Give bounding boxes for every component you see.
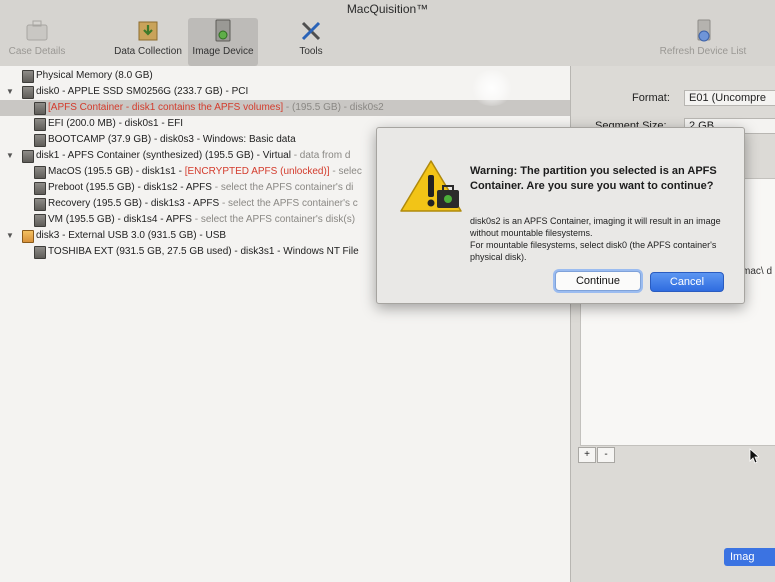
tree-row-detail: - selec bbox=[329, 166, 362, 177]
warning-icon bbox=[400, 160, 462, 212]
disk-icon bbox=[34, 198, 46, 211]
dialog-body: disk0s2 is an APFS Container, imaging it… bbox=[470, 215, 732, 263]
tree-row-disk0s2[interactable]: [APFS Container - disk1 contains the APF… bbox=[0, 100, 570, 116]
disk-icon bbox=[34, 102, 46, 115]
data-collection-label: Data Collection bbox=[114, 46, 182, 57]
format-label: Format: bbox=[632, 92, 670, 104]
mouse-cursor-icon bbox=[749, 448, 759, 464]
tree-row-label: disk3 - External USB 3.0 (931.5 GB) - US… bbox=[36, 230, 227, 241]
disk-icon bbox=[34, 214, 46, 227]
tools-label: Tools bbox=[299, 46, 323, 57]
tree-row-detail: - (195.5 GB) - disk0s2 bbox=[283, 102, 384, 113]
refresh-icon bbox=[697, 19, 711, 42]
usb-drive-icon bbox=[22, 230, 34, 243]
tree-row-label: MacOS (195.5 GB) - disk1s1 - bbox=[48, 166, 185, 177]
tree-row-label: Recovery (195.5 GB) - disk1s3 - APFS bbox=[48, 198, 220, 209]
tree-row-label: Physical Memory (8.0 GB) bbox=[36, 70, 153, 81]
cancel-button[interactable]: Cancel bbox=[650, 272, 724, 292]
disclosure-triangle-icon[interactable]: ▼ bbox=[6, 228, 14, 244]
tree-row-label: disk1 - APFS Container (synthesized) (19… bbox=[36, 150, 291, 161]
tree-row-detail: - data from d bbox=[290, 150, 351, 161]
disk-icon bbox=[22, 86, 34, 99]
disk-icon bbox=[34, 182, 46, 195]
tree-row-disk0[interactable]: ▼ disk0 - APPLE SSD SM0256G (233.7 GB) -… bbox=[0, 84, 570, 100]
continue-button[interactable]: Continue bbox=[555, 271, 641, 291]
toolbar: Case Details Data Collection Image Devic… bbox=[0, 16, 775, 66]
disk-icon bbox=[34, 166, 46, 179]
disk-icon bbox=[22, 150, 34, 163]
tree-row-detail: - select the APFS container's di bbox=[211, 182, 354, 193]
disk-image-icon bbox=[215, 19, 231, 42]
image-device-label: Image Device bbox=[192, 46, 254, 57]
disk-icon bbox=[34, 118, 46, 131]
tree-row-label: Preboot (195.5 GB) - disk1s2 - APFS bbox=[48, 182, 212, 193]
image-button[interactable]: Imag bbox=[724, 548, 775, 566]
disclosure-triangle-icon[interactable]: ▼ bbox=[6, 84, 14, 100]
refresh-device-list-button[interactable]: Refresh Device List bbox=[654, 18, 752, 66]
dialog-body-line1: disk0s2 is an APFS Container, imaging it… bbox=[470, 216, 721, 238]
tree-row-label: disk0 - APPLE SSD SM0256G (233.7 GB) - P… bbox=[36, 86, 249, 97]
disk-icon bbox=[34, 134, 46, 147]
remove-button[interactable]: - bbox=[597, 447, 615, 463]
tree-row-physical-memory[interactable]: Physical Memory (8.0 GB) bbox=[0, 68, 570, 84]
warning-dialog: Warning: The partition you selected is a… bbox=[376, 127, 745, 304]
tree-row-label: BOOTCAMP (37.9 GB) - disk0s3 - Windows: … bbox=[48, 134, 296, 145]
data-collection-button[interactable]: Data Collection bbox=[110, 18, 186, 66]
tree-row-label: EFI (200.0 MB) - disk0s1 - EFI bbox=[48, 118, 184, 129]
dialog-body-line2: For mountable filesystems, select disk0 … bbox=[470, 240, 717, 262]
disk-icon bbox=[34, 246, 46, 259]
memory-icon bbox=[22, 70, 34, 83]
tools-icon bbox=[301, 21, 321, 41]
disclosure-triangle-icon[interactable]: ▼ bbox=[6, 148, 14, 164]
dialog-title: Warning: The partition you selected is a… bbox=[470, 165, 717, 192]
destination-path-text: mac\ d bbox=[742, 266, 773, 277]
add-button[interactable]: + bbox=[578, 447, 596, 463]
briefcase-icon bbox=[26, 20, 48, 41]
case-details-label: Case Details bbox=[8, 46, 66, 57]
encrypted-badge: [ENCRYPTED APFS (unlocked)] bbox=[184, 166, 330, 177]
case-details-button[interactable]: Case Details bbox=[4, 18, 70, 66]
tree-row-detail: - select the APFS container's disk(s) bbox=[191, 214, 356, 225]
image-device-button[interactable]: Image Device bbox=[188, 18, 258, 66]
tools-button[interactable]: Tools bbox=[284, 18, 338, 66]
tree-row-detail: - select the APFS container's c bbox=[219, 198, 358, 209]
tree-row-label: TOSHIBA EXT (931.5 GB, 27.5 GB used) - d… bbox=[48, 246, 359, 257]
format-select[interactable]: E01 (Uncompre bbox=[684, 90, 775, 106]
apfs-container-label: [APFS Container - disk1 contains the APF… bbox=[48, 102, 284, 113]
box-download-icon bbox=[138, 21, 158, 41]
tree-row-label: VM (195.5 GB) - disk1s4 - APFS bbox=[48, 214, 192, 225]
refresh-label: Refresh Device List bbox=[659, 46, 747, 57]
